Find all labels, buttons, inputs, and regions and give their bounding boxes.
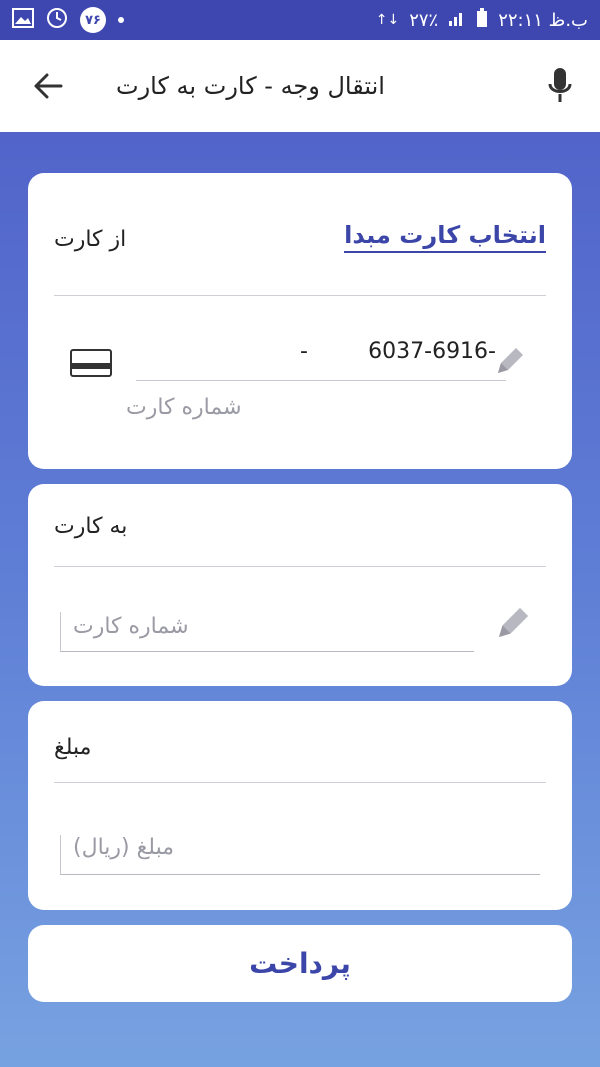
source-card-header: از کارت انتخاب کارت مبدا bbox=[54, 173, 546, 296]
submit-label: پرداخت bbox=[249, 947, 351, 980]
amount-placeholder: مبلغ (ریال) bbox=[73, 835, 175, 860]
divider bbox=[54, 566, 546, 567]
dest-card-input[interactable]: شماره کارت bbox=[60, 612, 474, 652]
divider bbox=[54, 782, 546, 783]
clock-icon bbox=[46, 7, 68, 34]
network-icon: ↑↓ bbox=[375, 12, 400, 28]
submit-button[interactable]: پرداخت bbox=[28, 925, 572, 1002]
notification-badge: ۷۶ bbox=[80, 7, 106, 33]
signal-icon bbox=[448, 10, 466, 31]
battery-level: ۲۷٪ bbox=[409, 9, 439, 31]
pencil-icon[interactable] bbox=[492, 343, 528, 383]
select-source-card-link[interactable]: انتخاب کارت مبدا bbox=[344, 221, 546, 253]
card-number-prefix: 6037-6916- bbox=[368, 339, 496, 364]
back-arrow-icon[interactable] bbox=[20, 64, 76, 108]
source-card-number-field[interactable]: - 6037-6916- bbox=[136, 333, 506, 381]
status-bar: ۷۶ ↑↓ ۲۷٪ ب.ظ ۲۲:۱۱ bbox=[0, 0, 600, 40]
credit-card-icon bbox=[70, 349, 112, 377]
status-time: ب.ظ ۲۲:۱۱ bbox=[498, 9, 588, 31]
dest-card-panel: به کارت شماره کارت bbox=[28, 484, 572, 686]
card-number-suffix: - bbox=[300, 339, 308, 364]
gallery-icon bbox=[12, 7, 34, 33]
page-title: انتقال وجه - کارت به کارت bbox=[116, 72, 385, 100]
pencil-icon[interactable] bbox=[492, 602, 534, 648]
to-card-label: به کارت bbox=[54, 514, 128, 539]
source-card-panel: از کارت انتخاب کارت مبدا - 6037-6916- شم… bbox=[28, 173, 572, 469]
battery-icon bbox=[476, 7, 488, 33]
from-card-label: از کارت bbox=[54, 227, 127, 252]
amount-input[interactable]: مبلغ (ریال) bbox=[60, 835, 540, 875]
microphone-icon[interactable] bbox=[540, 62, 580, 110]
dot-icon bbox=[118, 17, 124, 23]
app-header: انتقال وجه - کارت به کارت bbox=[0, 40, 600, 132]
card-number-hint: شماره کارت bbox=[126, 395, 242, 420]
amount-label: مبلغ bbox=[54, 735, 92, 760]
amount-panel: مبلغ مبلغ (ریال) bbox=[28, 701, 572, 910]
dest-card-placeholder: شماره کارت bbox=[73, 614, 189, 639]
